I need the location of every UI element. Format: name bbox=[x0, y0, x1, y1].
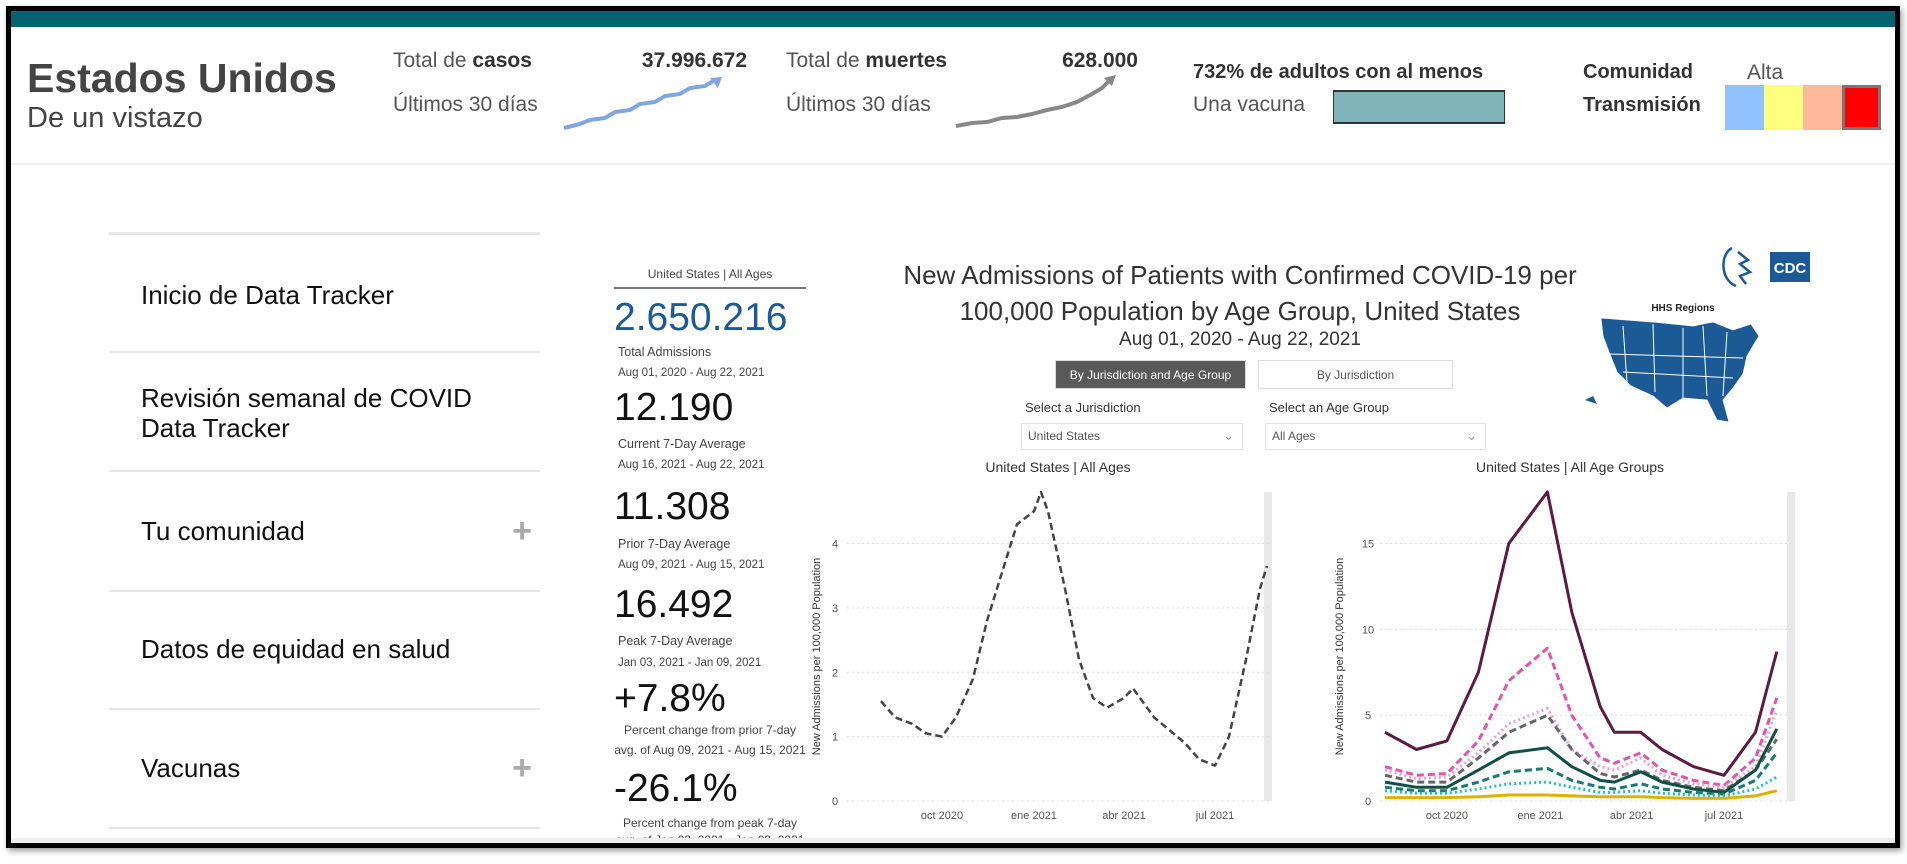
y-tick-label: 2 bbox=[832, 667, 838, 679]
latest-period-band bbox=[1787, 492, 1795, 801]
x-tick-label: jul 2021 bbox=[1195, 810, 1235, 822]
x-tick-label: ene 2021 bbox=[1011, 810, 1057, 822]
y-tick-label: 15 bbox=[1362, 539, 1374, 551]
series-line-2[interactable] bbox=[1384, 646, 1779, 787]
x-tick-label: oct 2020 bbox=[921, 810, 963, 822]
y-tick-label: 0 bbox=[1365, 796, 1371, 808]
series-line-1[interactable] bbox=[880, 490, 1269, 767]
series-line-1[interactable] bbox=[1384, 490, 1779, 777]
y-axis-label: New Admissions per 100,000 Population bbox=[811, 558, 823, 756]
x-tick-label: abr 2021 bbox=[1102, 810, 1145, 822]
series-line-3[interactable] bbox=[1384, 706, 1779, 789]
y-tick-label: 3 bbox=[832, 603, 838, 615]
chart-2[interactable]: 0 5 10 15 oct 2020 ene 2021 abr 2021 jul 2021 Ne… bbox=[1334, 490, 1795, 822]
y-tick-label: 0 bbox=[832, 796, 838, 808]
y-tick-label: 1 bbox=[832, 732, 838, 744]
x-tick-label: jul 2021 bbox=[1704, 810, 1744, 822]
chart-1[interactable]: 0 1 2 3 4 oct 2020 ene 2021 abr 2021 jul 2021 New… bbox=[811, 490, 1272, 822]
x-tick-label: oct 2020 bbox=[1426, 810, 1468, 822]
latest-period-band bbox=[1264, 492, 1272, 801]
y-tick-label: 10 bbox=[1362, 624, 1374, 636]
x-tick-label: abr 2021 bbox=[1610, 810, 1653, 822]
x-tick-label: ene 2021 bbox=[1517, 810, 1563, 822]
y-axis-label: New Admissions per 100,000 Population bbox=[1334, 558, 1346, 756]
y-tick-label: 5 bbox=[1365, 710, 1371, 722]
charts-layer: 0 1 2 3 4 oct 2020 ene 2021 abr 2021 jul 2021 New… bbox=[811, 490, 1795, 822]
y-tick-label: 4 bbox=[832, 539, 838, 551]
